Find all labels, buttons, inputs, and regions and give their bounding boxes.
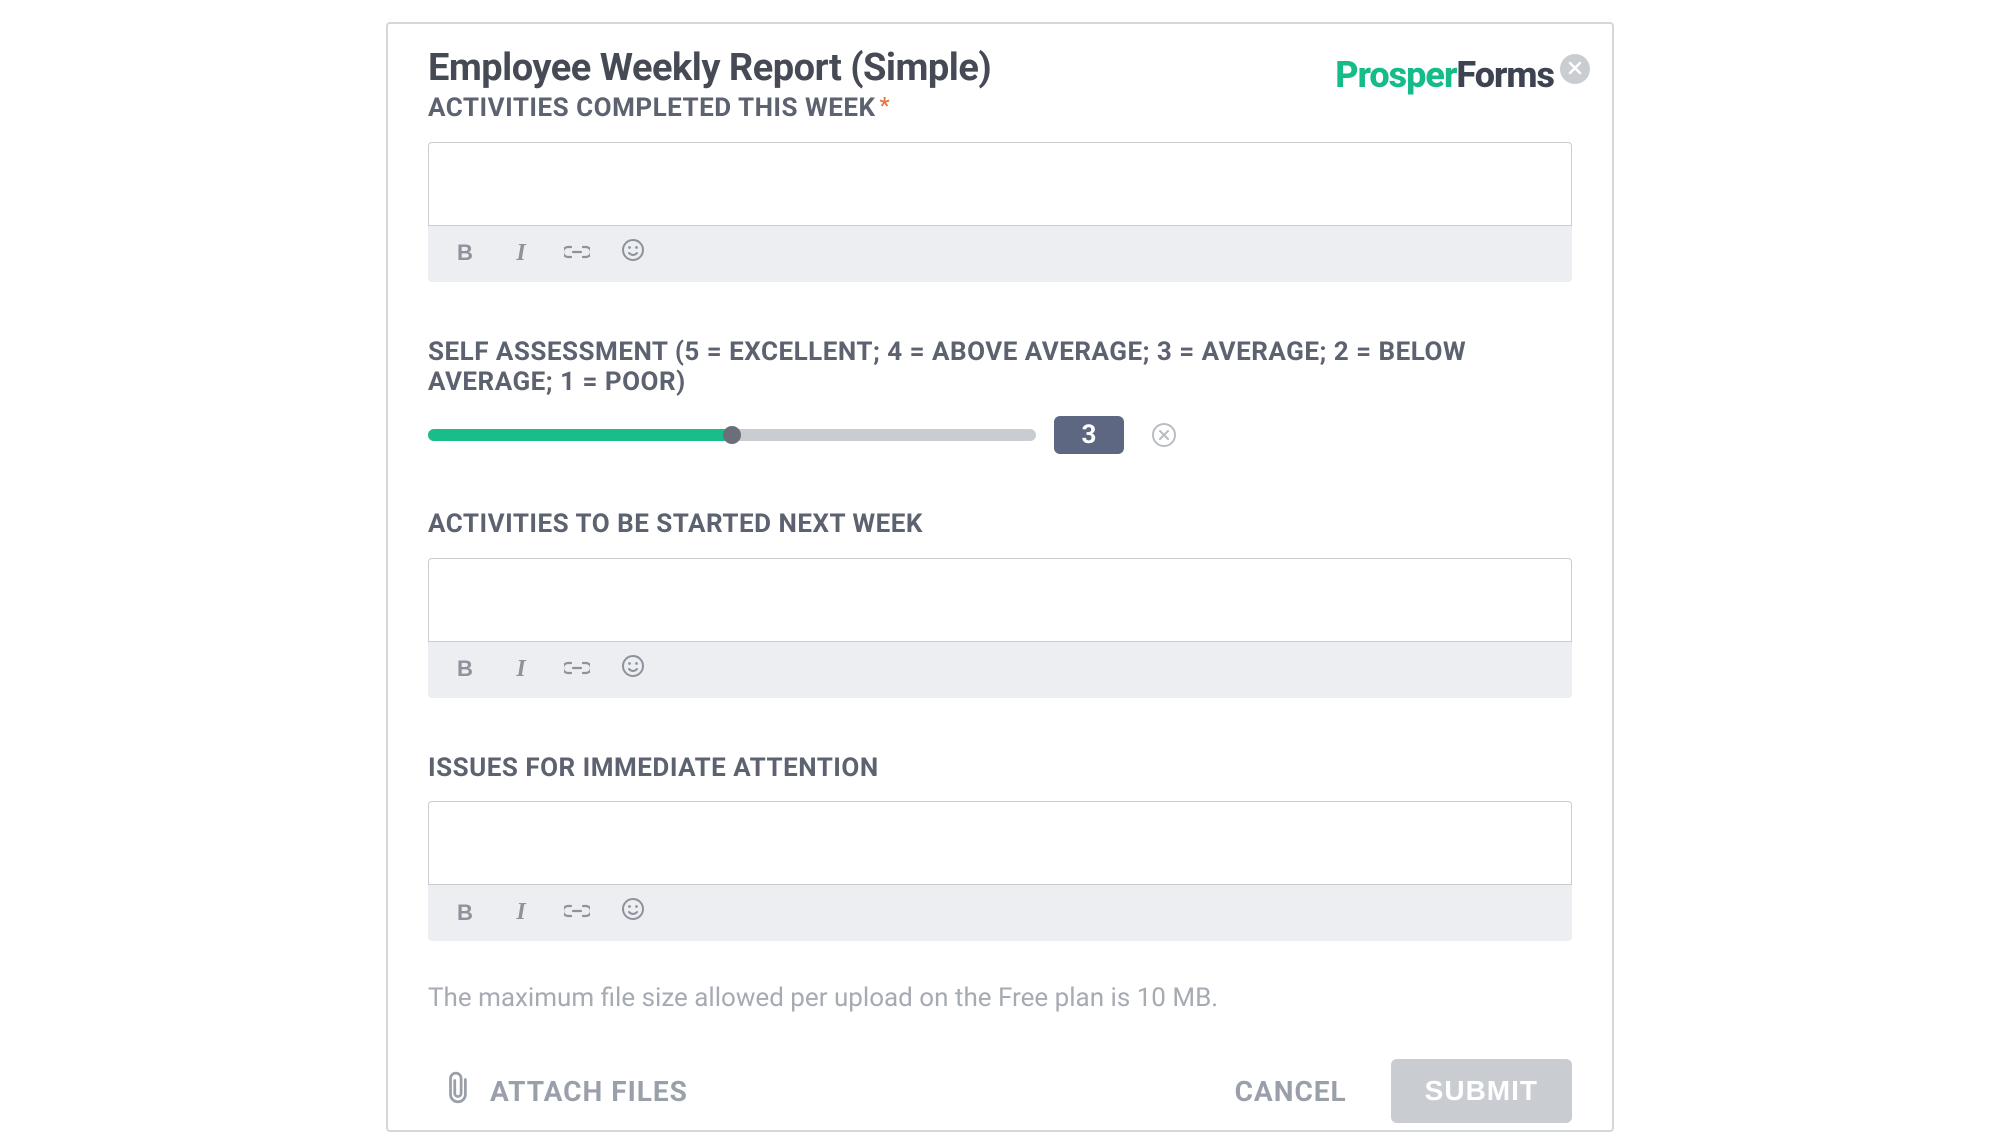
slider-clear-button[interactable]	[1152, 423, 1176, 447]
section-issues: ISSUES FOR IMMEDIATE ATTENTION B I	[428, 754, 1572, 942]
editor-activities-completed	[428, 142, 1572, 226]
editor-activities-next	[428, 558, 1572, 642]
bold-button[interactable]: B	[451, 239, 479, 267]
toolbar-issues: B I	[428, 885, 1572, 941]
paperclip-icon	[446, 1071, 472, 1112]
bold-icon: B	[457, 240, 473, 266]
editor-issues	[428, 801, 1572, 885]
emoji-button[interactable]	[619, 655, 647, 683]
link-button[interactable]	[563, 239, 591, 267]
emoji-button[interactable]	[619, 239, 647, 267]
brand-logo: ProsperForms	[1335, 54, 1554, 96]
section-self-assessment: SELF ASSESSMENT (5 = EXCELLENT; 4 = ABOV…	[428, 338, 1572, 454]
link-icon	[564, 656, 590, 683]
italic-icon: I	[516, 899, 525, 926]
toolbar-activities-next: B I	[428, 642, 1572, 698]
label-issues: ISSUES FOR IMMEDIATE ATTENTION	[428, 754, 1572, 784]
italic-icon: I	[516, 656, 525, 683]
link-icon	[564, 899, 590, 926]
emoji-icon	[621, 897, 645, 928]
form-modal: Employee Weekly Report (Simple) ProsperF…	[386, 22, 1614, 1132]
cancel-button[interactable]: CANCEL	[1235, 1075, 1347, 1108]
form-title: Employee Weekly Report (Simple)	[428, 48, 991, 90]
section-activities-completed: ACTIVITIES COMPLETED THIS WEEK* B I	[428, 94, 1572, 282]
label-activities-next: ACTIVITIES TO BE STARTED NEXT WEEK	[428, 510, 1572, 540]
upload-size-note: The maximum file size allowed per upload…	[428, 983, 1572, 1013]
attach-files-button[interactable]: ATTACH FILES	[446, 1071, 688, 1112]
italic-button[interactable]: I	[507, 655, 535, 683]
label-activities-completed: ACTIVITIES COMPLETED THIS WEEK*	[428, 94, 1572, 124]
close-button[interactable]	[1560, 54, 1590, 84]
link-button[interactable]	[563, 655, 591, 683]
self-assessment-slider[interactable]	[428, 429, 1036, 441]
link-icon	[564, 240, 590, 267]
clear-circle-icon	[1159, 425, 1169, 444]
bold-icon: B	[457, 656, 473, 682]
emoji-icon	[621, 238, 645, 269]
section-activities-next: ACTIVITIES TO BE STARTED NEXT WEEK B I	[428, 510, 1572, 698]
slider-thumb[interactable]	[723, 426, 741, 444]
logo-part-1: Prosper	[1335, 54, 1456, 96]
italic-icon: I	[516, 240, 525, 267]
bold-icon: B	[457, 900, 473, 926]
italic-button[interactable]: I	[507, 899, 535, 927]
bold-button[interactable]: B	[451, 899, 479, 927]
modal-header: Employee Weekly Report (Simple) ProsperF…	[428, 42, 1572, 96]
label-self-assessment: SELF ASSESSMENT (5 = EXCELLENT; 4 = ABOV…	[428, 338, 1572, 398]
input-issues[interactable]	[429, 802, 1571, 884]
emoji-icon	[621, 654, 645, 685]
form-footer: ATTACH FILES CANCEL SUBMIT	[428, 1059, 1572, 1123]
toolbar-activities-completed: B I	[428, 226, 1572, 282]
link-button[interactable]	[563, 899, 591, 927]
submit-button[interactable]: SUBMIT	[1391, 1059, 1572, 1123]
slider-row: 3	[428, 416, 1572, 454]
required-star-icon: *	[880, 94, 891, 119]
footer-actions: CANCEL SUBMIT	[1235, 1059, 1572, 1123]
label-text: ACTIVITIES COMPLETED THIS WEEK	[428, 93, 876, 123]
input-activities-next[interactable]	[429, 559, 1571, 641]
slider-fill	[428, 429, 732, 441]
slider-value-badge: 3	[1054, 416, 1124, 454]
emoji-button[interactable]	[619, 899, 647, 927]
bold-button[interactable]: B	[451, 655, 479, 683]
input-activities-completed[interactable]	[429, 143, 1571, 225]
attach-files-label: ATTACH FILES	[490, 1075, 688, 1108]
close-icon	[1568, 60, 1582, 79]
logo-part-2: Forms	[1456, 54, 1554, 96]
italic-button[interactable]: I	[507, 239, 535, 267]
